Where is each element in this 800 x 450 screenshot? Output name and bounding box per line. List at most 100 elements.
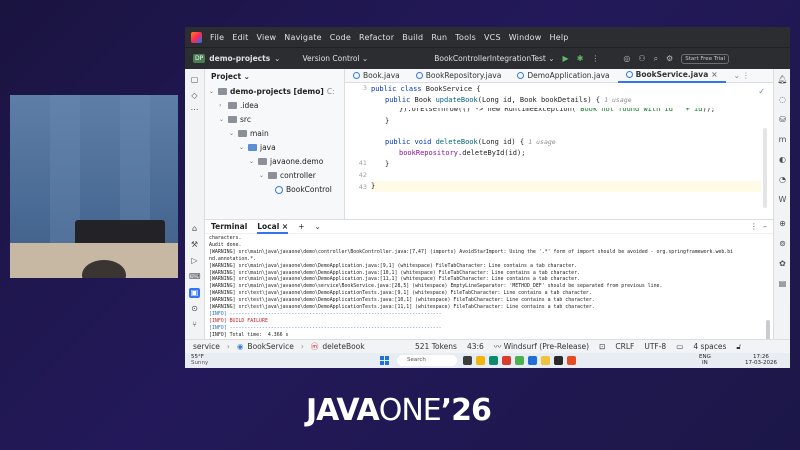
project-selector[interactable]: DP demo-projects ⌄ — [193, 54, 280, 63]
tree-controller[interactable]: ⌄ controller — [259, 169, 316, 182]
trial-button[interactable]: Start Free Trial — [681, 53, 730, 64]
terminal-output[interactable]: characters. Audit done. [WARNING] src\main… — [209, 235, 764, 340]
chrome-icon[interactable] — [502, 356, 511, 365]
spring-icon[interactable]: ✿ — [777, 259, 788, 269]
tab-bookservice-java[interactable]: BookService.java × — [617, 69, 726, 83]
editor-scrollbar[interactable] — [763, 128, 767, 208]
menu-build[interactable]: Build — [402, 33, 423, 42]
terminal-app-icon[interactable] — [554, 356, 563, 365]
tree-main[interactable]: ⌄ main — [229, 127, 269, 140]
terminal-scrollbar[interactable] — [766, 320, 770, 340]
gradle-icon[interactable]: ◐ — [777, 155, 788, 165]
file-explorer-icon[interactable] — [476, 356, 485, 365]
close-icon[interactable]: × — [711, 70, 717, 79]
endpoints-icon[interactable]: ⊚ — [777, 239, 788, 249]
menu-window[interactable]: Window — [509, 33, 542, 42]
tab-book-java[interactable]: Book.java — [345, 69, 408, 83]
terminal-tool-icon[interactable]: ⌨ — [189, 272, 201, 282]
inspection-ok-icon[interactable]: ✓ — [758, 87, 765, 96]
menu-refactor[interactable]: Refactor — [359, 33, 394, 42]
app-icon[interactable] — [515, 356, 524, 365]
coverage-icon[interactable]: ◔ — [777, 175, 788, 185]
copilot-icon[interactable]: ⊕ — [777, 219, 788, 229]
project-tool-icon[interactable]: ▢ — [189, 75, 200, 85]
terminal-active-icon[interactable]: ▣ — [189, 288, 200, 298]
more-icon[interactable]: ⋮ — [591, 54, 599, 63]
database-icon[interactable]: ⛁ — [777, 115, 788, 125]
terminal-line: [WARNING] src\test\java\javaone\demo\Dem… — [209, 290, 592, 297]
tree-idea[interactable]: › .idea — [219, 99, 258, 112]
indent-setting[interactable]: 4 spaces — [693, 342, 726, 351]
code-editor[interactable]: 3 41 42 43 public class BookService { pu… — [345, 83, 773, 219]
menu-edit[interactable]: Edit — [232, 33, 248, 42]
token-count[interactable]: 521 Tokens — [415, 342, 457, 351]
weather-widget[interactable]: 55°F Sunny — [191, 354, 208, 366]
folder-icon[interactable] — [541, 356, 550, 365]
tree-package[interactable]: ⌄ javaone.demo — [249, 155, 323, 168]
terminal-line: [WARNING] src\test\java\javaone\demo\Dem… — [209, 304, 595, 311]
tree-java[interactable]: ⌄ java — [239, 141, 276, 154]
project-name: demo-projects — [209, 54, 271, 63]
lock-icon[interactable]: 🔓︎ — [736, 342, 741, 352]
menu-view[interactable]: View — [256, 33, 276, 42]
debug-icon[interactable]: ✱ — [577, 54, 584, 63]
run-icon[interactable]: ▶ — [563, 54, 569, 63]
people-icon[interactable]: ⚇ — [638, 54, 645, 63]
teams-icon[interactable] — [528, 356, 537, 365]
maven-icon[interactable]: m — [777, 135, 788, 145]
file-encoding[interactable]: UTF-8 — [644, 342, 666, 351]
start-button[interactable] — [380, 356, 389, 365]
windsurf-status-icon[interactable]: ⊡ — [599, 342, 605, 351]
ai-chat-icon[interactable]: ◌ — [777, 95, 788, 105]
tab-bookrepository-java[interactable]: BookRepository.java — [408, 69, 510, 83]
terminal-options-icon[interactable]: ⋮ – — [750, 222, 767, 231]
code-line: }).orElseThrow(() -> new RuntimeExceptio… — [399, 105, 716, 113]
git-tool-icon[interactable]: ⑂ — [189, 320, 200, 330]
line-ending[interactable]: CRLF — [615, 342, 634, 351]
tree-src[interactable]: ⌄ src — [219, 113, 251, 126]
code-line: } — [371, 182, 376, 190]
tree-bookcontroller[interactable]: BookControl — [275, 183, 332, 196]
commit-tool-icon[interactable]: ◇ — [189, 91, 200, 101]
run-config-selector[interactable]: BookControllerIntegrationTest ⌄ — [434, 54, 554, 63]
crumb-service[interactable]: service — [193, 342, 220, 351]
services-icon[interactable]: ▤ — [777, 279, 788, 289]
windsurf-icon[interactable]: W — [777, 195, 788, 205]
crumb-bookservice[interactable]: BookService — [247, 342, 293, 351]
menu-navigate[interactable]: Navigate — [284, 33, 321, 42]
taskbar-search[interactable]: Search — [397, 355, 457, 366]
cursor-position[interactable]: 43:6 — [467, 342, 484, 351]
language-indicator[interactable]: ENG IN — [699, 354, 711, 366]
tab-demoapplication-java[interactable]: DemoApplication.java — [509, 69, 617, 83]
menu-code[interactable]: Code — [330, 33, 351, 42]
readonly-icon[interactable]: ▭ — [676, 342, 683, 351]
menu-file[interactable]: File — [210, 33, 224, 42]
version-control-menu[interactable]: Version Control ⌄ — [302, 54, 368, 63]
windsurf-status[interactable]: 〰 Windsurf (Pre-Release) — [494, 341, 589, 352]
build-tool-icon[interactable]: ⚒ — [189, 240, 200, 250]
terminal-dropdown-icon[interactable]: ⌄ — [314, 222, 320, 231]
menu-tools[interactable]: Tools — [455, 33, 476, 42]
tree-root[interactable]: ⌄ demo-projects [demo] C: — [209, 85, 335, 98]
menu-help[interactable]: Help — [549, 33, 568, 42]
tab-overflow[interactable]: ⌄ ⋮ — [726, 69, 758, 83]
problems-tool-icon[interactable]: ⊙ — [189, 304, 200, 314]
structure-tool-icon[interactable]: ⋯ — [189, 105, 200, 115]
notifications-icon[interactable]: 🔔︎ — [777, 75, 788, 85]
menu-vcs[interactable]: VCS — [484, 33, 501, 42]
crumb-deletebook[interactable]: deleteBook — [322, 342, 364, 351]
menu-run[interactable]: Run — [431, 33, 447, 42]
edge-icon[interactable] — [489, 356, 498, 365]
search-icon[interactable]: ⌕ — [654, 54, 658, 64]
run-tool-icon[interactable]: ▷ — [189, 256, 200, 266]
ai-assistant-icon[interactable]: ◎ — [623, 54, 630, 63]
project-panel-header[interactable]: Project ⌄ — [205, 69, 344, 83]
intellij-app-icon[interactable] — [567, 356, 576, 365]
taskbar-clock[interactable]: 17:26 17-03-2026 — [745, 354, 777, 366]
menu-bar: File Edit View Navigate Code Refactor Bu… — [185, 27, 790, 47]
bookmarks-icon[interactable]: ⌂ — [189, 224, 200, 234]
settings-icon[interactable]: ⚙ — [666, 54, 673, 63]
new-terminal-icon[interactable]: + — [298, 222, 304, 231]
task-view-icon[interactable] — [463, 356, 472, 365]
terminal-tab-local[interactable]: Local × — [257, 220, 289, 234]
